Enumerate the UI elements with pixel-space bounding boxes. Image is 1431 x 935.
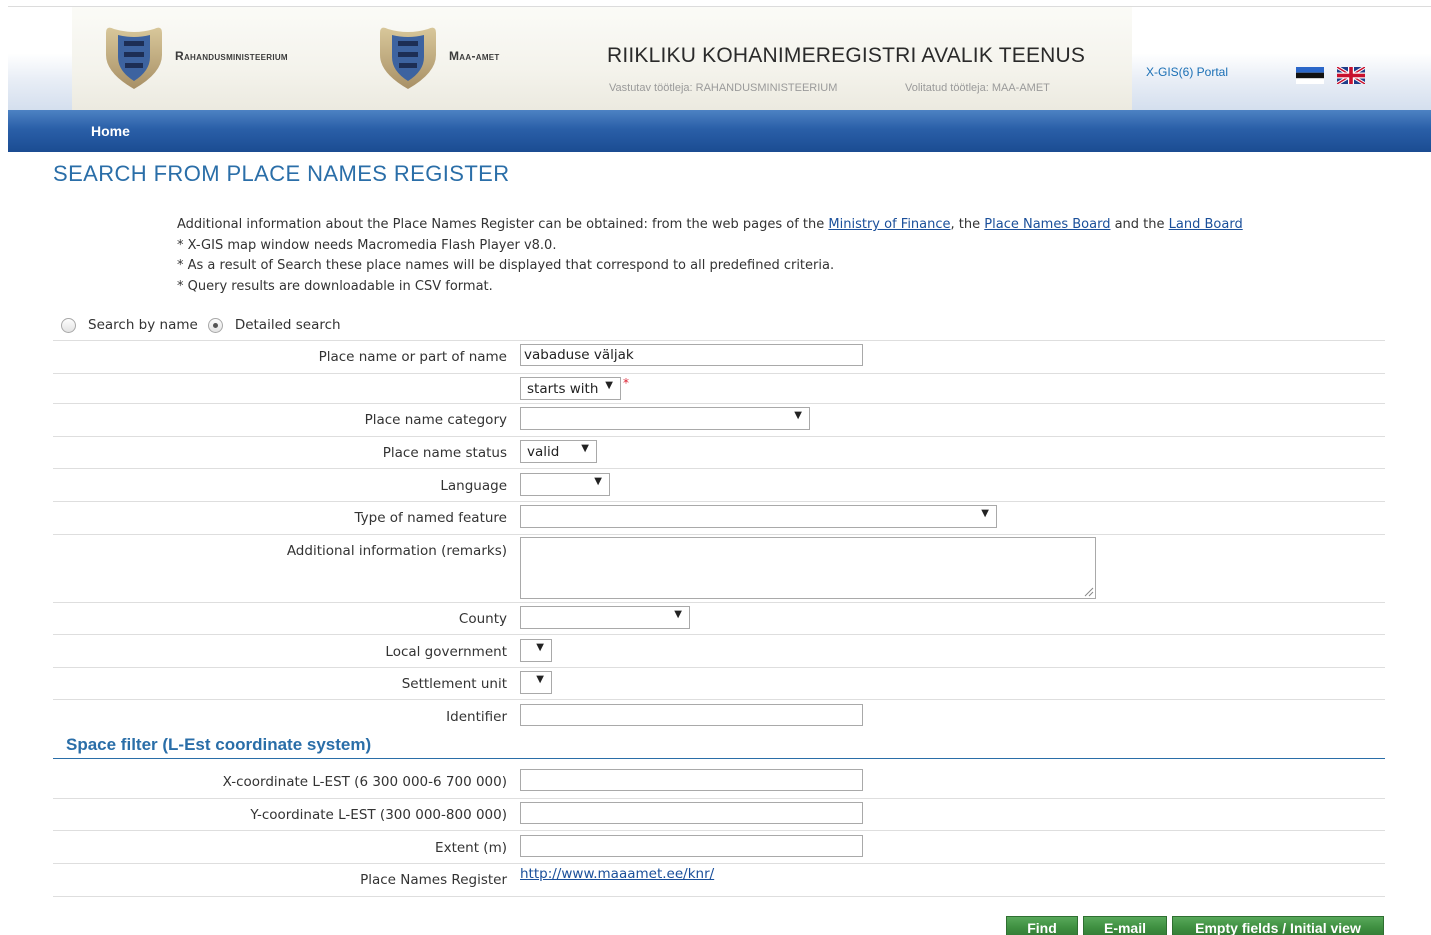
county-label: County [458, 611, 507, 627]
chevron-down-icon: ▼ [536, 642, 544, 653]
settlement-unit-label: Settlement unit [401, 676, 507, 692]
search-by-name-radio[interactable] [61, 317, 76, 333]
local-government-select[interactable]: ▼ [520, 639, 552, 662]
chevron-down-icon: ▼ [981, 508, 989, 519]
feature-type-select[interactable]: ▼ [520, 505, 997, 528]
chevron-down-icon: ▼ [581, 443, 589, 454]
y-coordinate-label: Y-coordinate L-EST (300 000-800 000) [250, 807, 507, 823]
row-divider [53, 468, 1385, 469]
extent-label: Extent (m) [435, 840, 507, 856]
row-divider [53, 896, 1385, 897]
uk-flag-icon[interactable] [1337, 67, 1365, 84]
chevron-down-icon: ▼ [794, 410, 802, 421]
space-filter-title: Space filter (L-Est coordinate system) [66, 735, 372, 754]
nav-home-link[interactable]: Home [91, 123, 130, 139]
section-divider [53, 758, 1385, 759]
chevron-down-icon: ▼ [594, 476, 602, 487]
page-title: SEARCH FROM PLACE NAMES REGISTER [53, 161, 510, 186]
place-names-board-link[interactable]: Place Names Board [984, 217, 1110, 232]
status-label: Place name status [382, 445, 507, 461]
category-label: Place name category [364, 412, 507, 428]
main-navbar: Home [8, 110, 1431, 152]
info-note: * X-GIS map window needs Macromedia Flas… [177, 237, 557, 253]
x-coordinate-label: X-coordinate L-EST (6 300 000-6 700 000) [222, 774, 507, 790]
site-title: RIIKLIKU KOHANIMEREGISTRI AVALIK TEENUS [607, 44, 1086, 67]
status-select[interactable]: valid ▼ [520, 440, 597, 463]
feature-type-label: Type of named feature [354, 510, 508, 526]
row-divider [53, 436, 1385, 437]
place-name-input[interactable] [520, 344, 863, 366]
xgis-portal-link[interactable]: X-GIS(6) Portal [1146, 65, 1228, 79]
row-divider [53, 699, 1385, 700]
ministry-of-finance-link[interactable]: Ministry of Finance [828, 217, 950, 232]
detailed-search-label[interactable]: Detailed search [235, 317, 341, 333]
remarks-textarea[interactable] [520, 537, 1096, 599]
place-names-register-link[interactable]: http://www.maaamet.ee/knr/ [520, 866, 714, 882]
match-mode-select[interactable]: starts with ▼ [520, 377, 621, 400]
row-divider [53, 534, 1385, 535]
email-button[interactable]: E-mail [1083, 916, 1167, 935]
info-block: Additional information about the Place N… [177, 215, 1243, 297]
responsible-processor: Vastutav töötleja: RAHANDUSMINISTEERIUM [609, 82, 838, 94]
search-mode-selector: Search by name Detailed search [61, 317, 351, 333]
search-by-name-label[interactable]: Search by name [88, 317, 198, 333]
info-text: and the [1114, 217, 1165, 232]
empty-fields-button[interactable]: Empty fields / Initial view [1172, 916, 1384, 935]
required-marker: * [623, 376, 629, 390]
info-text: Additional information about the Place N… [177, 217, 825, 232]
local-government-label: Local government [385, 644, 507, 660]
identifier-label: Identifier [446, 709, 507, 725]
place-name-label: Place name or part of name [318, 349, 507, 365]
row-divider [53, 863, 1385, 864]
row-divider [53, 403, 1385, 404]
match-mode-value: starts with [527, 380, 599, 397]
place-names-register-label: Place Names Register [360, 872, 507, 888]
chevron-down-icon: ▼ [605, 380, 613, 391]
identifier-input[interactable] [520, 704, 863, 726]
row-divider [53, 798, 1385, 799]
status-value: valid [527, 443, 560, 460]
find-button[interactable]: Find [1006, 916, 1078, 935]
estonian-coat-of-arms-icon [104, 25, 164, 93]
info-note: * As a result of Search these place name… [177, 258, 835, 273]
x-coordinate-input[interactable] [520, 769, 863, 791]
land-board-link[interactable]: Land Board [1169, 217, 1243, 232]
authorized-processor: Volitatud töötleja: MAA-AMET [905, 82, 1050, 94]
remarks-label: Additional information (remarks) [286, 543, 507, 559]
org-name-land-board: Maa-amet [449, 49, 500, 63]
row-divider [53, 340, 1385, 341]
info-line: Additional information about the Place N… [177, 215, 1243, 236]
resize-grip-icon[interactable] [1082, 585, 1094, 597]
org-name-ministry: Rahandusministeerium [175, 49, 288, 63]
row-divider [53, 373, 1385, 374]
extent-input[interactable] [520, 835, 863, 857]
row-divider [53, 634, 1385, 635]
category-select[interactable]: ▼ [520, 407, 810, 430]
settlement-unit-select[interactable]: ▼ [520, 671, 552, 694]
row-divider [53, 667, 1385, 668]
language-select[interactable]: ▼ [520, 473, 610, 496]
chevron-down-icon: ▼ [536, 674, 544, 685]
estonian-flag-icon[interactable] [1296, 67, 1324, 84]
info-text: , the [950, 217, 981, 232]
row-divider [53, 830, 1385, 831]
info-note: * Query results are downloadable in CSV … [177, 278, 493, 294]
language-label: Language [440, 478, 507, 494]
chevron-down-icon: ▼ [674, 609, 682, 620]
row-divider [53, 602, 1385, 603]
row-divider [53, 501, 1385, 502]
y-coordinate-input[interactable] [520, 802, 863, 824]
estonian-coat-of-arms-icon [378, 25, 438, 93]
detailed-search-radio[interactable] [207, 317, 223, 333]
county-select[interactable]: ▼ [520, 606, 690, 629]
